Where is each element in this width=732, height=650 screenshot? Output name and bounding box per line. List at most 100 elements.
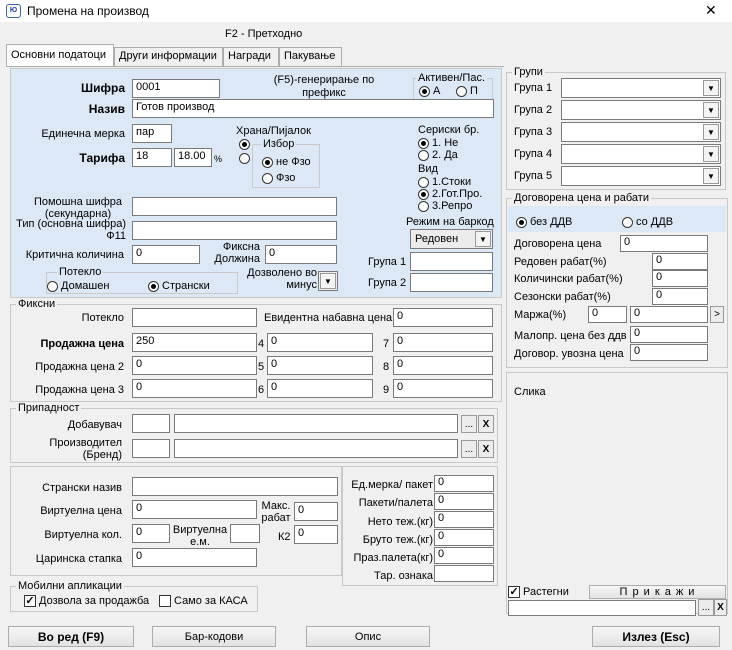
virt-em-input[interactable]: [230, 524, 260, 543]
hrana-radio-1[interactable]: [239, 138, 253, 150]
chevron-down-icon[interactable]: ▼: [703, 80, 719, 96]
aktiven-p[interactable]: П: [456, 85, 478, 98]
virt-cena-label: Виртуелна цена: [40, 505, 122, 517]
fiksna-input[interactable]: 0: [265, 245, 337, 264]
dogovor-uv-input[interactable]: 0: [630, 344, 708, 361]
edinecna-input[interactable]: пар: [132, 124, 172, 143]
n6-label: 6: [258, 384, 265, 396]
potekla-domashen[interactable]: Домашен: [47, 280, 109, 293]
chevron-down-icon[interactable]: ▼: [703, 102, 719, 118]
grupi-select-4[interactable]: ▼: [561, 144, 721, 164]
ed-merka-input[interactable]: 0: [434, 475, 494, 492]
bez-ddv-radio[interactable]: без ДДВ: [516, 216, 572, 229]
close-button[interactable]: ✕: [705, 2, 717, 18]
maks-rabat-input[interactable]: 0: [294, 502, 338, 521]
proizvoditel-clear-button[interactable]: X: [478, 440, 494, 458]
marza-input[interactable]: 0: [588, 306, 627, 323]
pomosna-input[interactable]: [132, 197, 337, 216]
bar-kodovi-button[interactable]: Бар-кодови: [152, 626, 276, 647]
rastegni-checkbox[interactable]: ✓ Растегни: [508, 586, 569, 599]
proizvoditel-name[interactable]: [174, 439, 458, 458]
tab-content-border: [6, 66, 504, 67]
potekla-stranski[interactable]: Странски: [148, 280, 210, 293]
tarifa-input[interactable]: 18: [132, 148, 172, 167]
grupa2-input[interactable]: [410, 273, 493, 292]
vo-red-button[interactable]: Во ред (F9): [8, 626, 134, 647]
so-ddv-radio[interactable]: со ДДВ: [622, 216, 673, 229]
dog-cena-label: Договорена цена: [514, 238, 602, 250]
chevron-down-icon[interactable]: ▼: [703, 146, 719, 162]
dobavuvac-clear-button[interactable]: X: [478, 415, 494, 433]
sezonski-input[interactable]: 0: [652, 288, 708, 305]
redoven-input[interactable]: 0: [652, 253, 708, 270]
pc2-input[interactable]: 0: [132, 356, 257, 375]
sifra-input[interactable]: 0001: [132, 79, 220, 98]
marza-input-2[interactable]: 0: [630, 306, 708, 323]
v7-input[interactable]: 0: [393, 333, 493, 352]
carinska-input[interactable]: 0: [132, 548, 257, 567]
chevron-down-icon[interactable]: ▼: [475, 231, 491, 247]
izlez-button[interactable]: Излез (Esc): [592, 626, 720, 647]
chevron-down-icon[interactable]: ▼: [703, 168, 719, 184]
marza-arrow-button[interactable]: >: [710, 306, 724, 323]
chevron-down-icon[interactable]: ▼: [320, 273, 336, 289]
v4-input[interactable]: 0: [267, 333, 373, 352]
n5-label: 5: [258, 361, 265, 373]
dobavuvac-code[interactable]: [132, 414, 170, 433]
hrana-radio-2[interactable]: [239, 152, 253, 164]
tab-drugi[interactable]: Други информации: [114, 47, 223, 66]
vid-repro[interactable]: 3.Репро: [418, 200, 472, 213]
neto-input[interactable]: 0: [434, 511, 494, 528]
aktiven-a[interactable]: А: [419, 85, 440, 98]
izbor-ne-fzo[interactable]: не Фзо: [262, 156, 311, 169]
dobavuvac-name[interactable]: [174, 414, 458, 433]
dozvola-checkbox[interactable]: ✓ Дозвола за продажба: [24, 595, 149, 608]
izbor-fzo[interactable]: Фзо: [262, 172, 295, 185]
slika-browse-button[interactable]: ...: [698, 599, 714, 616]
evid-input[interactable]: 0: [393, 308, 493, 327]
kriticna-input[interactable]: 0: [132, 245, 200, 264]
proizvoditel-browse-button[interactable]: ...: [461, 440, 477, 458]
virt-cena-input[interactable]: 0: [132, 500, 257, 519]
slika-image-area: [508, 400, 726, 582]
tab-pakuvanje[interactable]: Пакување: [279, 47, 342, 66]
kolicinski-input[interactable]: 0: [652, 270, 708, 287]
malopr-input[interactable]: 0: [630, 326, 708, 343]
tip-input[interactable]: [132, 221, 337, 240]
virt-kol-input[interactable]: 0: [132, 524, 170, 543]
serijski-da[interactable]: 2. Да: [418, 149, 458, 162]
praz-input[interactable]: 0: [434, 547, 494, 564]
v8-input[interactable]: 0: [393, 356, 493, 375]
tab-nagradi[interactable]: Награди: [223, 47, 279, 66]
v9-input[interactable]: 0: [393, 379, 493, 398]
slika-clear-button[interactable]: X: [714, 599, 727, 616]
rezim-select[interactable]: Редовен ▼: [410, 229, 493, 249]
dog-cena-input[interactable]: 0: [620, 235, 708, 252]
samo-kasa-checkbox[interactable]: Само за КАСА: [159, 595, 248, 608]
opis-button[interactable]: Опис: [306, 626, 430, 647]
prikazi-button[interactable]: П р и к а ж и: [589, 585, 726, 599]
grupa1-input[interactable]: [410, 252, 493, 271]
k2-input[interactable]: 0: [294, 525, 338, 544]
naziv-input[interactable]: Готов производ: [132, 99, 494, 118]
proizvoditel-code[interactable]: [132, 439, 170, 458]
grupi-select-2[interactable]: ▼: [561, 100, 721, 120]
tab-osnovni[interactable]: Основни податоци: [6, 44, 114, 67]
dozvoleno-select[interactable]: ▼: [318, 271, 338, 291]
grupi-select-3[interactable]: ▼: [561, 122, 721, 142]
stranski-input[interactable]: [132, 477, 338, 496]
tarifa-pct-input[interactable]: 18.00: [174, 148, 212, 167]
bruto-input[interactable]: 0: [434, 529, 494, 546]
dobavuvac-browse-button[interactable]: ...: [461, 415, 477, 433]
chevron-down-icon[interactable]: ▼: [703, 124, 719, 140]
v5-input[interactable]: 0: [267, 356, 373, 375]
paketi-input[interactable]: 0: [434, 493, 494, 510]
poteklo-input[interactable]: [132, 308, 257, 327]
pc3-input[interactable]: 0: [132, 379, 257, 398]
pc-input[interactable]: 250: [132, 333, 257, 352]
tar-input[interactable]: [434, 565, 494, 582]
v6-input[interactable]: 0: [267, 379, 373, 398]
grupi-select-5[interactable]: ▼: [561, 166, 721, 186]
grupi-select-1[interactable]: ▼: [561, 78, 721, 98]
slika-path-input[interactable]: [508, 600, 696, 616]
